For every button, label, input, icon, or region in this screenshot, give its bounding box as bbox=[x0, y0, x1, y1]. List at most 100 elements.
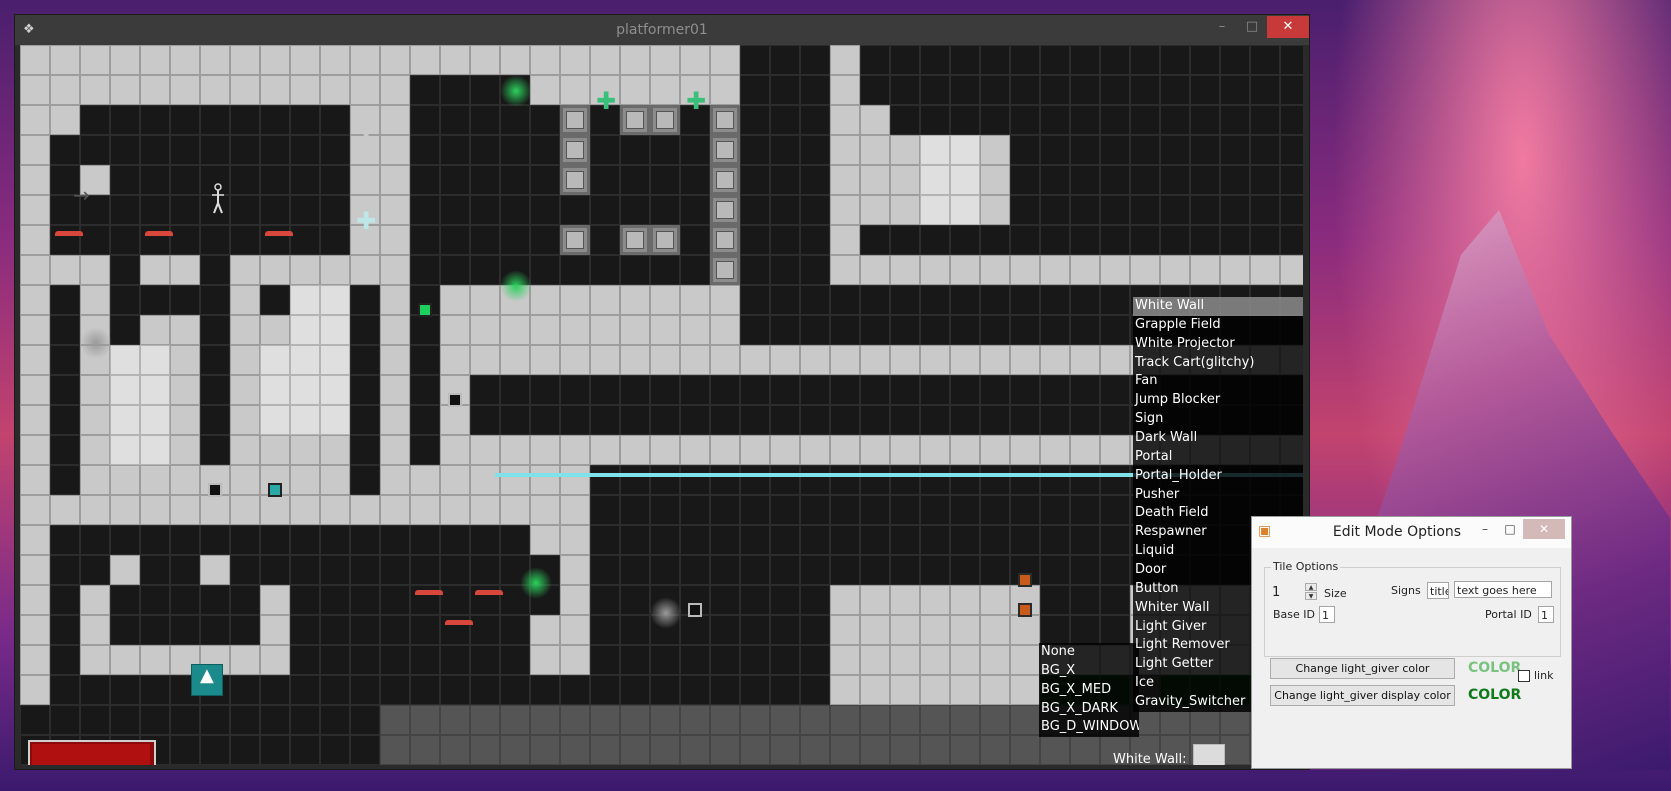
level-tile[interactable] bbox=[530, 525, 560, 555]
level-tile[interactable] bbox=[350, 345, 380, 375]
level-tile[interactable] bbox=[770, 45, 800, 75]
level-tile[interactable] bbox=[380, 675, 410, 705]
level-tile[interactable] bbox=[500, 525, 530, 555]
level-tile[interactable] bbox=[890, 585, 920, 615]
level-tile[interactable] bbox=[380, 735, 410, 765]
level-tile[interactable] bbox=[590, 225, 620, 255]
level-tile[interactable] bbox=[770, 555, 800, 585]
level-tile[interactable] bbox=[1070, 135, 1100, 165]
level-tile[interactable] bbox=[980, 165, 1010, 195]
level-tile[interactable] bbox=[350, 525, 380, 555]
level-tile[interactable] bbox=[680, 705, 710, 735]
level-tile[interactable] bbox=[680, 495, 710, 525]
level-tile[interactable] bbox=[650, 375, 680, 405]
level-tile[interactable] bbox=[170, 375, 200, 405]
level-tile[interactable] bbox=[800, 195, 830, 225]
level-tile[interactable] bbox=[1070, 465, 1100, 495]
level-tile[interactable] bbox=[200, 45, 230, 75]
level-tile[interactable] bbox=[650, 705, 680, 735]
level-tile[interactable] bbox=[800, 165, 830, 195]
level-tile[interactable] bbox=[260, 435, 290, 465]
level-tile[interactable] bbox=[830, 375, 860, 405]
level-tile[interactable] bbox=[890, 345, 920, 375]
level-tile[interactable] bbox=[290, 555, 320, 585]
level-tile[interactable] bbox=[740, 675, 770, 705]
level-tile[interactable] bbox=[170, 225, 200, 255]
level-tile[interactable] bbox=[530, 615, 560, 645]
level-tile[interactable] bbox=[350, 585, 380, 615]
level-tile[interactable] bbox=[950, 675, 980, 705]
level-tile[interactable] bbox=[710, 255, 740, 285]
level-tile[interactable] bbox=[1130, 195, 1160, 225]
level-tile[interactable] bbox=[260, 405, 290, 435]
level-tile[interactable] bbox=[380, 345, 410, 375]
level-tile[interactable] bbox=[1010, 615, 1040, 645]
level-tile[interactable] bbox=[680, 735, 710, 765]
level-tile[interactable] bbox=[530, 105, 560, 135]
level-tile[interactable] bbox=[380, 375, 410, 405]
level-tile[interactable] bbox=[740, 615, 770, 645]
level-tile[interactable] bbox=[1100, 285, 1130, 315]
level-tile[interactable] bbox=[740, 435, 770, 465]
level-tile[interactable] bbox=[1040, 465, 1070, 495]
level-tile[interactable] bbox=[230, 255, 260, 285]
level-tile[interactable] bbox=[230, 405, 260, 435]
level-tile[interactable] bbox=[590, 345, 620, 375]
level-tile[interactable] bbox=[860, 435, 890, 465]
level-tile[interactable] bbox=[950, 705, 980, 735]
level-tile[interactable] bbox=[800, 345, 830, 375]
level-tile[interactable] bbox=[1100, 315, 1130, 345]
level-tile[interactable] bbox=[170, 165, 200, 195]
level-tile[interactable] bbox=[1100, 555, 1130, 585]
level-tile[interactable] bbox=[560, 225, 590, 255]
level-tile[interactable] bbox=[770, 375, 800, 405]
level-tile[interactable] bbox=[170, 525, 200, 555]
level-tile[interactable] bbox=[1130, 135, 1160, 165]
level-tile[interactable] bbox=[1010, 525, 1040, 555]
level-tile[interactable] bbox=[1130, 225, 1160, 255]
level-tile[interactable] bbox=[620, 195, 650, 225]
level-tile[interactable] bbox=[860, 555, 890, 585]
level-tile[interactable] bbox=[860, 315, 890, 345]
level-tile[interactable] bbox=[920, 165, 950, 195]
level-tile[interactable] bbox=[320, 225, 350, 255]
level-tile[interactable] bbox=[80, 105, 110, 135]
level-tile[interactable] bbox=[590, 705, 620, 735]
level-tile[interactable] bbox=[200, 585, 230, 615]
level-tile[interactable] bbox=[1040, 405, 1070, 435]
level-tile[interactable] bbox=[560, 615, 590, 645]
level-tile[interactable] bbox=[950, 255, 980, 285]
level-tile[interactable] bbox=[620, 495, 650, 525]
level-tile[interactable] bbox=[110, 285, 140, 315]
level-tile[interactable] bbox=[140, 645, 170, 675]
level-tile[interactable] bbox=[1220, 255, 1250, 285]
level-tile[interactable] bbox=[1040, 435, 1070, 465]
dialog-minimize-button[interactable]: – bbox=[1472, 519, 1498, 539]
level-tile[interactable] bbox=[920, 405, 950, 435]
level-tile[interactable] bbox=[620, 345, 650, 375]
level-tile[interactable] bbox=[590, 735, 620, 765]
level-tile[interactable] bbox=[620, 465, 650, 495]
tile-menu-item[interactable]: Pusher bbox=[1133, 485, 1303, 505]
level-tile[interactable] bbox=[1160, 105, 1190, 135]
level-tile[interactable] bbox=[830, 555, 860, 585]
level-tile[interactable] bbox=[860, 525, 890, 555]
level-tile[interactable] bbox=[950, 345, 980, 375]
level-tile[interactable] bbox=[500, 435, 530, 465]
level-tile[interactable] bbox=[800, 255, 830, 285]
level-tile[interactable] bbox=[260, 345, 290, 375]
level-tile[interactable] bbox=[140, 345, 170, 375]
level-tile[interactable] bbox=[200, 315, 230, 345]
level-tile[interactable] bbox=[320, 675, 350, 705]
level-tile[interactable] bbox=[470, 45, 500, 75]
level-tile[interactable] bbox=[170, 315, 200, 345]
level-tile[interactable] bbox=[1010, 465, 1040, 495]
level-tile[interactable] bbox=[1010, 375, 1040, 405]
level-tile[interactable] bbox=[20, 585, 50, 615]
level-tile[interactable] bbox=[1130, 45, 1160, 75]
level-tile[interactable] bbox=[980, 345, 1010, 375]
level-tile[interactable] bbox=[1220, 165, 1250, 195]
level-tile[interactable] bbox=[830, 345, 860, 375]
level-tile[interactable] bbox=[290, 195, 320, 225]
level-tile[interactable] bbox=[470, 375, 500, 405]
